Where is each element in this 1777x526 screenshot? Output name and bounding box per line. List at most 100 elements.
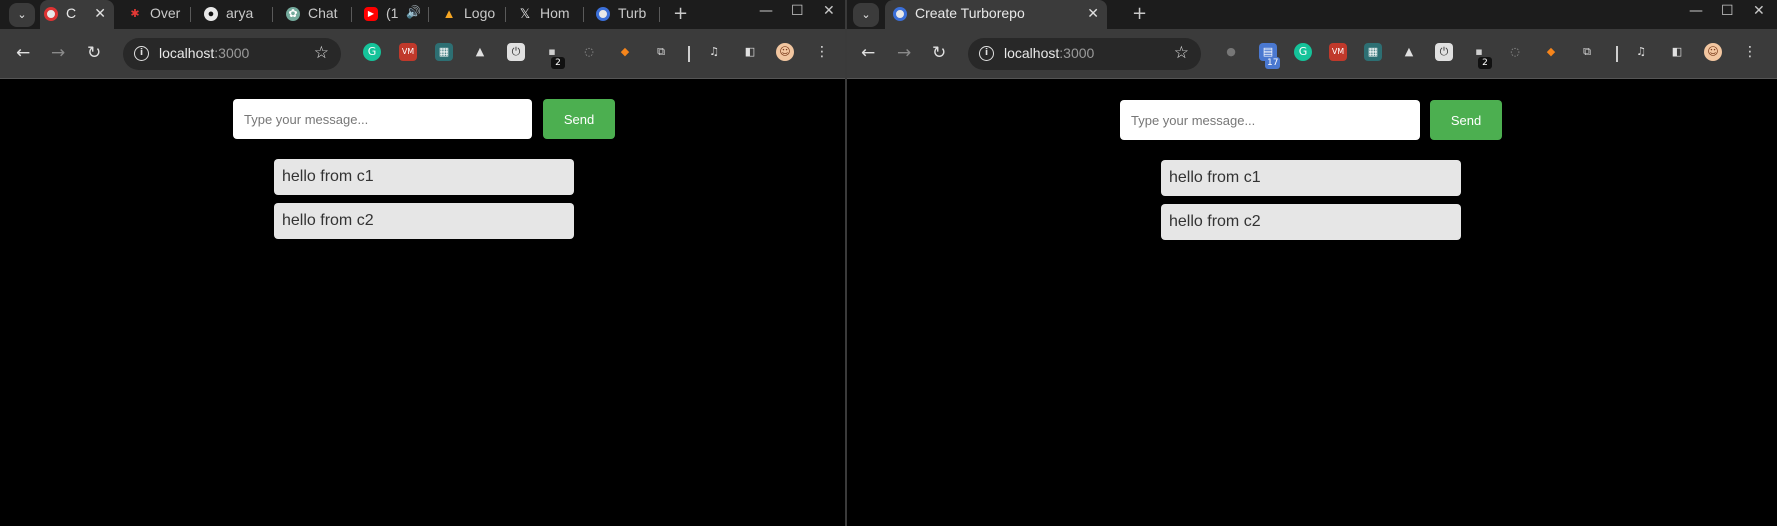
vm-extension-icon[interactable]: VM bbox=[399, 43, 417, 61]
back-button[interactable]: ← bbox=[16, 43, 30, 63]
reload-button[interactable]: ↻ bbox=[932, 43, 946, 63]
side-panel-icon[interactable]: ◧ bbox=[741, 43, 759, 61]
media-control-icon[interactable]: ♫ bbox=[1632, 43, 1650, 61]
address-url: localhost:3000 bbox=[159, 45, 250, 61]
minimize-button[interactable]: — bbox=[1689, 3, 1703, 19]
tab-separator bbox=[272, 7, 273, 22]
tab-search-button[interactable]: ⌄ bbox=[853, 3, 879, 27]
tab-active[interactable]: Create Turborepo ✕ bbox=[885, 0, 1107, 29]
close-icon[interactable]: ✕ bbox=[94, 5, 106, 22]
browser-window-right: ⌄ Create Turborepo ✕ + — ☐ ✕ ← → ↻ i loc… bbox=[847, 0, 1777, 526]
chevron-down-icon: ⌄ bbox=[861, 8, 871, 21]
page-content: Send hello from c1 hello from c2 bbox=[0, 80, 845, 526]
message-item: hello from c1 bbox=[1161, 160, 1461, 196]
send-button[interactable]: Send bbox=[543, 99, 615, 139]
bookmark-star-icon[interactable]: ☆ bbox=[1174, 43, 1189, 63]
puzzle-extensions-icon[interactable]: ⧉ bbox=[1578, 43, 1596, 61]
metamask-icon[interactable]: ◆ bbox=[1542, 43, 1560, 61]
audio-playing-icon[interactable]: 🔊 bbox=[406, 5, 421, 19]
avatar[interactable]: ☺ bbox=[776, 43, 794, 61]
browser-toolbar: ← → ↻ i localhost:3000 ☆ ● ▤ 17 G VM ▦ ▲… bbox=[847, 29, 1777, 79]
tab-logo[interactable]: ▲ Logo bbox=[438, 0, 502, 29]
sync-extension-icon[interactable]: ◌ bbox=[1506, 43, 1524, 61]
tab-over[interactable]: ✱ Over bbox=[124, 0, 188, 29]
puzzle-extensions-icon[interactable]: ⧉ bbox=[652, 43, 670, 61]
forward-button[interactable]: → bbox=[51, 43, 65, 63]
turborepo-icon bbox=[596, 7, 610, 21]
calculator-extension-icon[interactable]: ▦ bbox=[1364, 43, 1382, 61]
github-icon: ● bbox=[204, 7, 218, 21]
media-control-icon[interactable]: ♫ bbox=[705, 43, 723, 61]
calculator-extension-icon[interactable]: ▦ bbox=[435, 43, 453, 61]
chatgpt-icon: ✿ bbox=[286, 7, 300, 21]
tab-search-button[interactable]: ⌄ bbox=[9, 3, 35, 27]
new-tab-button[interactable]: + bbox=[1132, 3, 1147, 24]
tab-label: Logo bbox=[464, 5, 496, 21]
message-input[interactable] bbox=[1120, 100, 1420, 140]
tab-label: C bbox=[66, 5, 77, 21]
tab-separator bbox=[659, 7, 660, 22]
sync-extension-icon[interactable]: ◌ bbox=[580, 43, 598, 61]
extension-badge: 2 bbox=[1478, 57, 1492, 69]
grammarly-icon[interactable]: G bbox=[1294, 43, 1312, 61]
vm-extension-icon[interactable]: VM bbox=[1329, 43, 1347, 61]
maximize-button[interactable]: ☐ bbox=[791, 3, 804, 19]
browser-toolbar: ← → ↻ i localhost:3000 ☆ G VM ▦ ▲ ⏻ ▪ 2 … bbox=[0, 29, 845, 79]
extension-badge: 2 bbox=[551, 57, 565, 69]
tab-label: Hom bbox=[540, 5, 570, 21]
bug-icon: ✱ bbox=[130, 8, 140, 20]
reload-button[interactable]: ↻ bbox=[87, 43, 101, 63]
menu-icon[interactable]: ⋮ bbox=[813, 43, 831, 61]
message-item: hello from c2 bbox=[274, 203, 574, 239]
tab-label: Create Turborepo bbox=[915, 5, 1025, 21]
address-bar[interactable]: i localhost:3000 ☆ bbox=[123, 38, 341, 70]
toolbar-separator bbox=[1616, 46, 1618, 62]
maximize-button[interactable]: ☐ bbox=[1721, 3, 1734, 19]
power-extension-icon[interactable]: ⏻ bbox=[1435, 43, 1453, 61]
bookmark-star-icon[interactable]: ☆ bbox=[314, 43, 329, 63]
tab-youtube[interactable]: ▶ (1 🔊 bbox=[360, 0, 426, 29]
grammarly-icon[interactable]: G bbox=[363, 43, 381, 61]
youtube-icon: ▶ bbox=[364, 7, 378, 21]
side-panel-icon[interactable]: ◧ bbox=[1668, 43, 1686, 61]
tab-label: Turb bbox=[618, 5, 647, 21]
mouse-extension-icon[interactable]: ● bbox=[1222, 43, 1240, 61]
minimize-button[interactable]: — bbox=[759, 3, 773, 19]
site-info-icon[interactable]: i bbox=[134, 46, 149, 61]
power-extension-icon[interactable]: ⏻ bbox=[507, 43, 525, 61]
avatar[interactable]: ☺ bbox=[1704, 43, 1722, 61]
turborepo-icon bbox=[44, 7, 58, 21]
tab-label: arya bbox=[226, 5, 254, 21]
calendar-badge: 17 bbox=[1265, 57, 1281, 69]
message-input[interactable] bbox=[233, 99, 532, 139]
tab-home[interactable]: 𝕏 Hom bbox=[514, 0, 580, 29]
send-button[interactable]: Send bbox=[1430, 100, 1502, 140]
mountain-extension-icon[interactable]: ▲ bbox=[1400, 43, 1418, 61]
mountain-extension-icon[interactable]: ▲ bbox=[471, 43, 489, 61]
triangle-logo-icon: ▲ bbox=[442, 6, 456, 21]
tab-github[interactable]: ● arya bbox=[200, 0, 270, 29]
message-item: hello from c1 bbox=[274, 159, 574, 195]
tab-turbo[interactable]: Turb bbox=[592, 0, 656, 29]
forward-button[interactable]: → bbox=[897, 43, 911, 63]
tab-label: Chat bbox=[308, 5, 338, 21]
close-window-button[interactable]: ✕ bbox=[1753, 3, 1765, 19]
tab-chat[interactable]: ✿ Chat bbox=[282, 0, 348, 29]
metamask-icon[interactable]: ◆ bbox=[616, 43, 634, 61]
chevron-down-icon: ⌄ bbox=[17, 8, 27, 21]
browser-window-left: ⌄ C ✕ ✱ Over ● arya ✿ Chat ▶ (1 🔊 ▲ Logo… bbox=[0, 0, 845, 526]
tab-label: (1 bbox=[386, 5, 399, 21]
close-window-button[interactable]: ✕ bbox=[823, 3, 835, 19]
back-button[interactable]: ← bbox=[861, 43, 875, 63]
tab-strip: ⌄ C ✕ ✱ Over ● arya ✿ Chat ▶ (1 🔊 ▲ Logo… bbox=[0, 0, 845, 29]
close-icon[interactable]: ✕ bbox=[1087, 5, 1099, 22]
menu-icon[interactable]: ⋮ bbox=[1741, 43, 1759, 61]
address-bar[interactable]: i localhost:3000 ☆ bbox=[968, 38, 1201, 70]
tab-separator bbox=[351, 7, 352, 22]
tab-separator bbox=[190, 7, 191, 22]
toolbar-separator bbox=[688, 46, 690, 62]
new-tab-button[interactable]: + bbox=[673, 3, 688, 24]
address-url: localhost:3000 bbox=[1004, 45, 1095, 61]
tab-active[interactable]: C ✕ bbox=[40, 0, 114, 29]
site-info-icon[interactable]: i bbox=[979, 46, 994, 61]
